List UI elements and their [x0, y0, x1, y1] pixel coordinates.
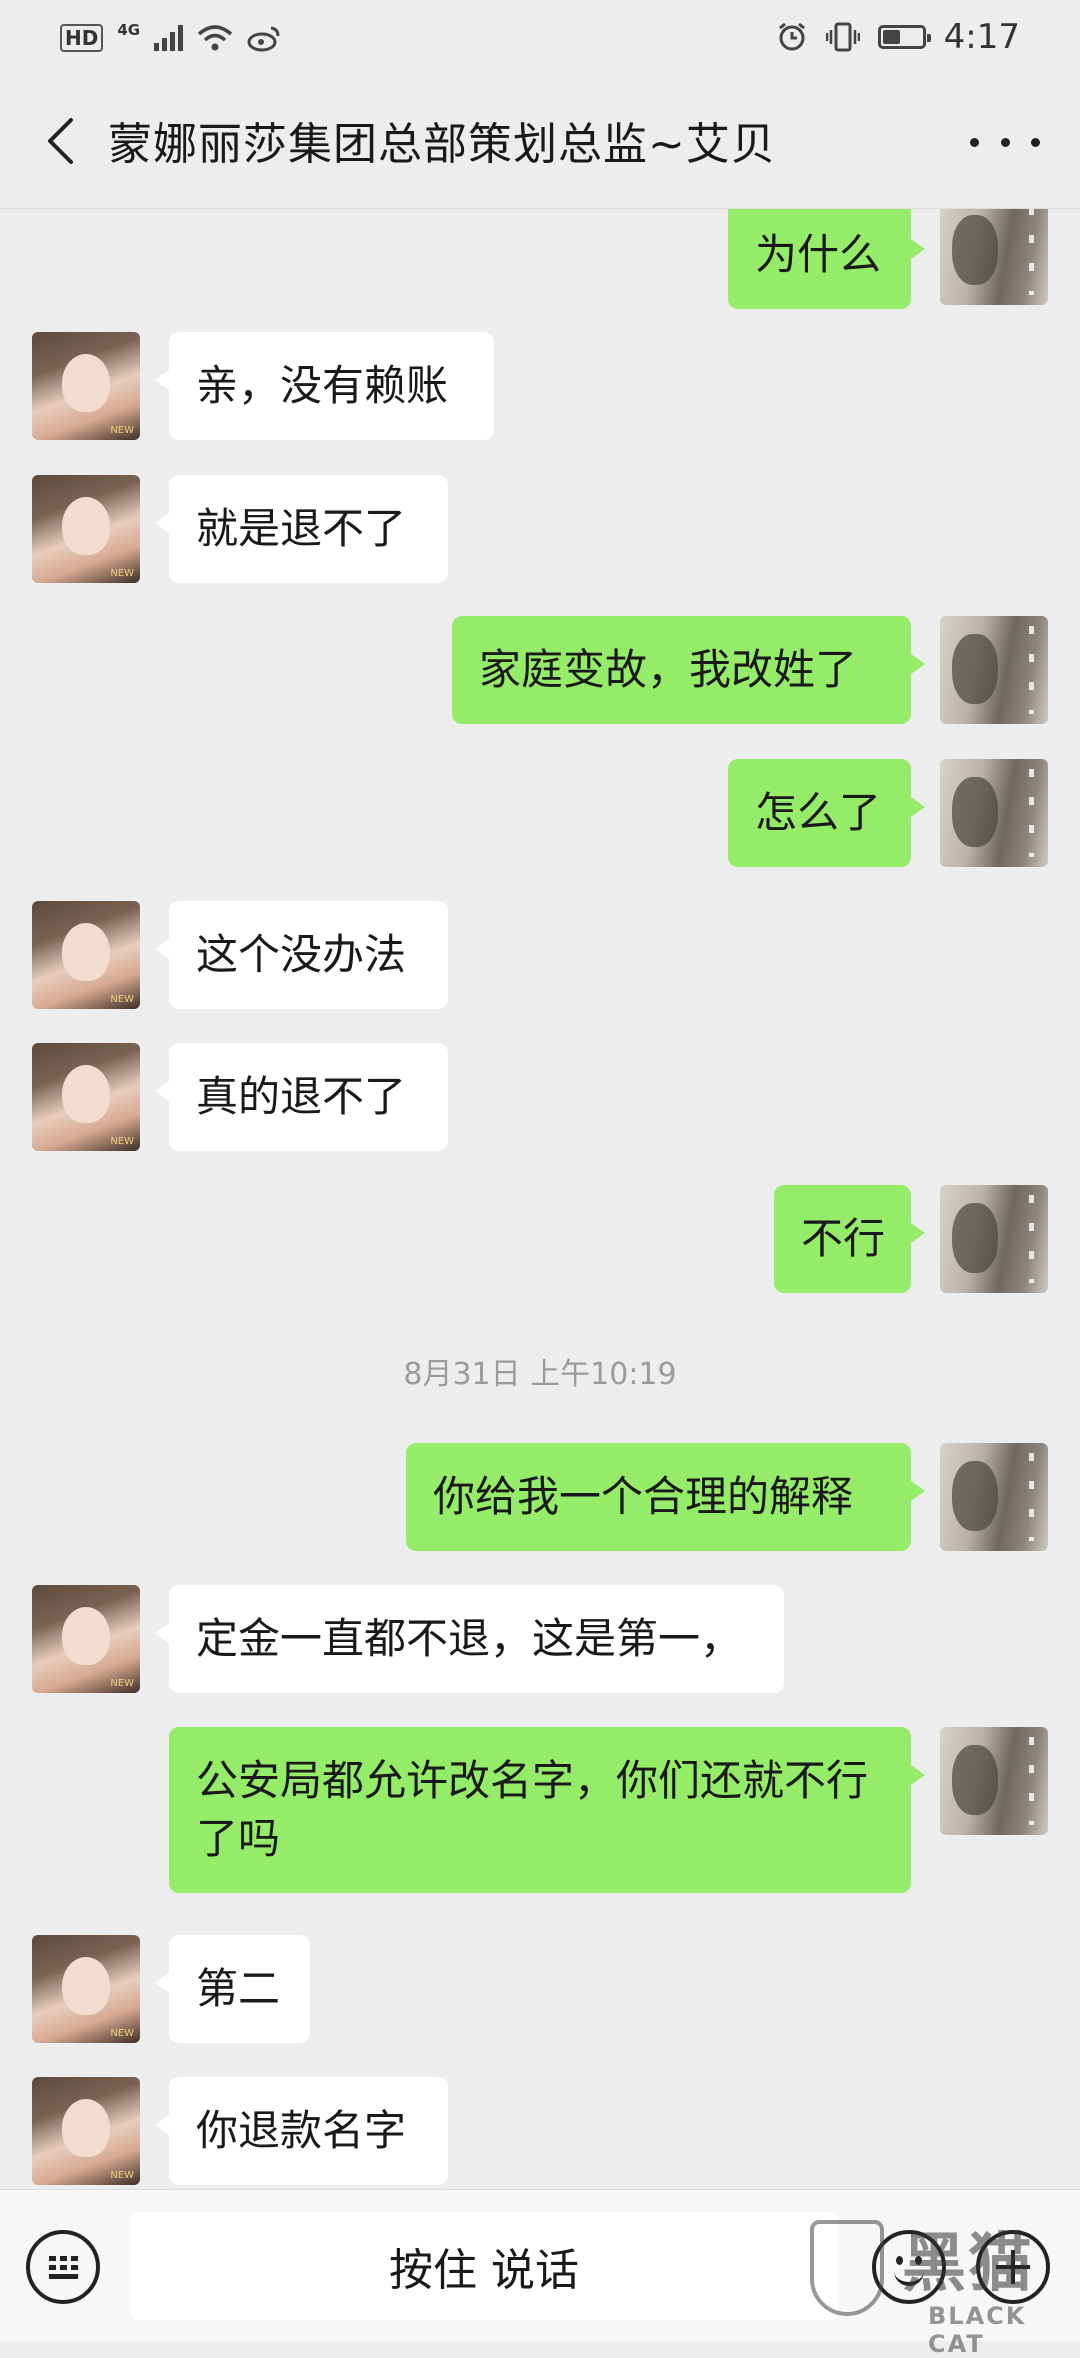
more-button[interactable] [970, 122, 1040, 162]
plus-button[interactable] [976, 2230, 1050, 2304]
message-bubble-incoming[interactable]: 亲，没有赖账 [155, 332, 494, 440]
message-bubble-incoming[interactable]: 定金一直都不退，这是第一， [155, 1585, 784, 1693]
status-bar-left: HD 4G [60, 18, 281, 58]
my-avatar[interactable] [940, 1727, 1048, 1835]
message-bubble-outgoing[interactable]: 家庭变故，我改姓了 [452, 616, 925, 724]
weibo-icon [247, 26, 280, 52]
my-avatar[interactable] [940, 1443, 1048, 1551]
keyboard-toggle-button[interactable] [26, 2230, 100, 2304]
status-bar-right: 4:17 [776, 16, 1020, 58]
emoji-button[interactable] [872, 2230, 946, 2304]
chevron-left-icon [48, 118, 73, 164]
contact-avatar[interactable] [32, 1935, 140, 2043]
wifi-icon [197, 25, 233, 51]
alarm-icon [778, 22, 805, 51]
contact-avatar[interactable] [32, 901, 140, 1009]
back-button[interactable] [30, 106, 90, 176]
contact-avatar[interactable] [32, 1585, 140, 1693]
more-dot [1031, 137, 1040, 147]
network-type-label: 4G [117, 21, 141, 39]
contact-avatar[interactable] [32, 475, 140, 583]
message-bubble-outgoing[interactable]: 你给我一个合理的解释 [406, 1443, 925, 1551]
message-bubble-outgoing[interactable]: 怎么了 [728, 759, 925, 867]
message-timestamp: 8月31日 上午10:19 [403, 1357, 677, 1392]
chat-header: 蒙娜丽莎集团总部策划总监~艾贝 [0, 72, 1080, 209]
input-bar: 按住 说话 [0, 2189, 1080, 2341]
message-bubble-incoming[interactable]: 真的退不了 [155, 1043, 448, 1151]
message-bubble-outgoing[interactable]: 不行 [774, 1185, 925, 1293]
signal-icon [154, 25, 184, 51]
chat-title: 蒙娜丽莎集团总部策划总监~艾贝 [108, 119, 776, 170]
message-bubble-incoming[interactable]: 就是退不了 [155, 475, 448, 583]
contact-avatar[interactable] [32, 1043, 140, 1151]
message-list[interactable]: 为什么 亲，没有赖账 就是退不了 家庭变故，我改姓了 怎么了 这个没办法 真的退… [0, 209, 1080, 2189]
message-bubble-incoming[interactable]: 你退款名字 [155, 2077, 448, 2185]
message-bubble-outgoing[interactable]: 公安局都允许改名字，你们还就不行了吗 [169, 1727, 925, 1893]
contact-avatar[interactable] [32, 332, 140, 440]
my-avatar[interactable] [940, 759, 1048, 867]
my-avatar[interactable] [940, 616, 1048, 724]
status-bar: HD 4G 4:17 [0, 0, 1080, 72]
status-time: 4:17 [943, 17, 1020, 57]
message-bubble-incoming[interactable]: 这个没办法 [155, 901, 448, 1009]
battery-icon [877, 25, 931, 49]
more-dot [1000, 137, 1010, 147]
hd-badge: HD [60, 24, 104, 52]
message-bubble-incoming[interactable]: 第二 [155, 1935, 310, 2043]
contact-avatar[interactable] [32, 2077, 140, 2185]
vibrate-icon [825, 22, 860, 52]
keyboard-icon [48, 2255, 78, 2279]
my-avatar[interactable] [940, 1185, 1048, 1293]
hold-to-talk-button[interactable]: 按住 说话 [130, 2212, 838, 2320]
more-dots-icon [970, 137, 979, 147]
message-bubble-outgoing[interactable]: 为什么 [728, 209, 925, 309]
my-avatar[interactable] [940, 209, 1048, 305]
